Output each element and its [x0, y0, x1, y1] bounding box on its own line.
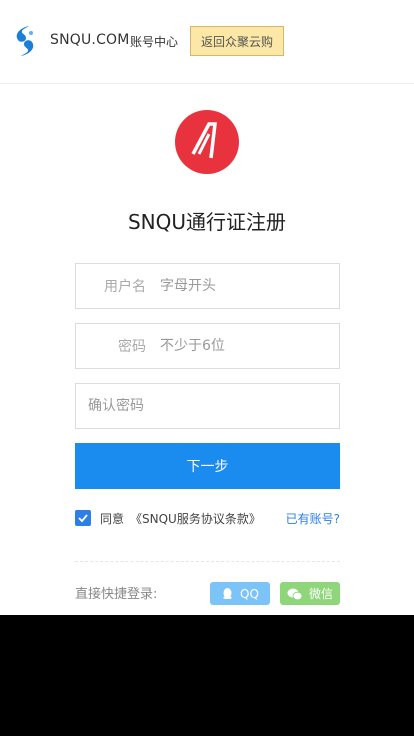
agree-checkbox[interactable] [75, 510, 91, 526]
brand-name: SNQU.COM [50, 32, 130, 48]
divider [75, 561, 340, 562]
empty-area [0, 615, 414, 736]
confirm-password-input[interactable] [88, 398, 339, 414]
page-title: SNQU通行证注册 [127, 210, 287, 234]
snqu-logo-icon [16, 26, 34, 56]
agree-label: 同意 [100, 512, 125, 526]
snqu-brand-logo-icon [175, 110, 239, 174]
qq-icon [223, 587, 233, 599]
qq-login-button[interactable]: QQ [210, 582, 270, 605]
next-step-button[interactable]: 下一步 [75, 443, 340, 489]
checkmark-icon [78, 514, 88, 523]
have-account-link[interactable]: 已有账号? [286, 510, 340, 527]
wechat-icon [287, 588, 303, 600]
back-to-site-button[interactable]: 返回众聚云购 [190, 26, 284, 56]
password-label: 密码 [118, 339, 146, 355]
register-page: SNQU.COM 账号中心 返回众聚云购 SNQU通行证注册 用户名 密码 下一… [0, 0, 414, 615]
wechat-login-button[interactable]: 微信 [280, 582, 340, 605]
password-field[interactable]: 密码 [75, 323, 340, 369]
password-input[interactable] [160, 338, 339, 354]
account-center-label: 账号中心 [130, 35, 179, 49]
wechat-label: 微信 [308, 587, 333, 601]
quick-login-label: 直接快捷登录: [75, 587, 158, 602]
username-label: 用户名 [104, 279, 146, 295]
agreement-row: 同意 《SNQU服务协议条款》 已有账号? [75, 508, 340, 528]
username-field[interactable]: 用户名 [75, 263, 340, 309]
qq-label: QQ [240, 586, 259, 601]
username-input[interactable] [160, 278, 339, 294]
terms-link[interactable]: 《SNQU服务协议条款》 [130, 510, 261, 527]
header: SNQU.COM 账号中心 返回众聚云购 [0, 0, 414, 84]
confirm-password-field[interactable] [75, 383, 340, 429]
